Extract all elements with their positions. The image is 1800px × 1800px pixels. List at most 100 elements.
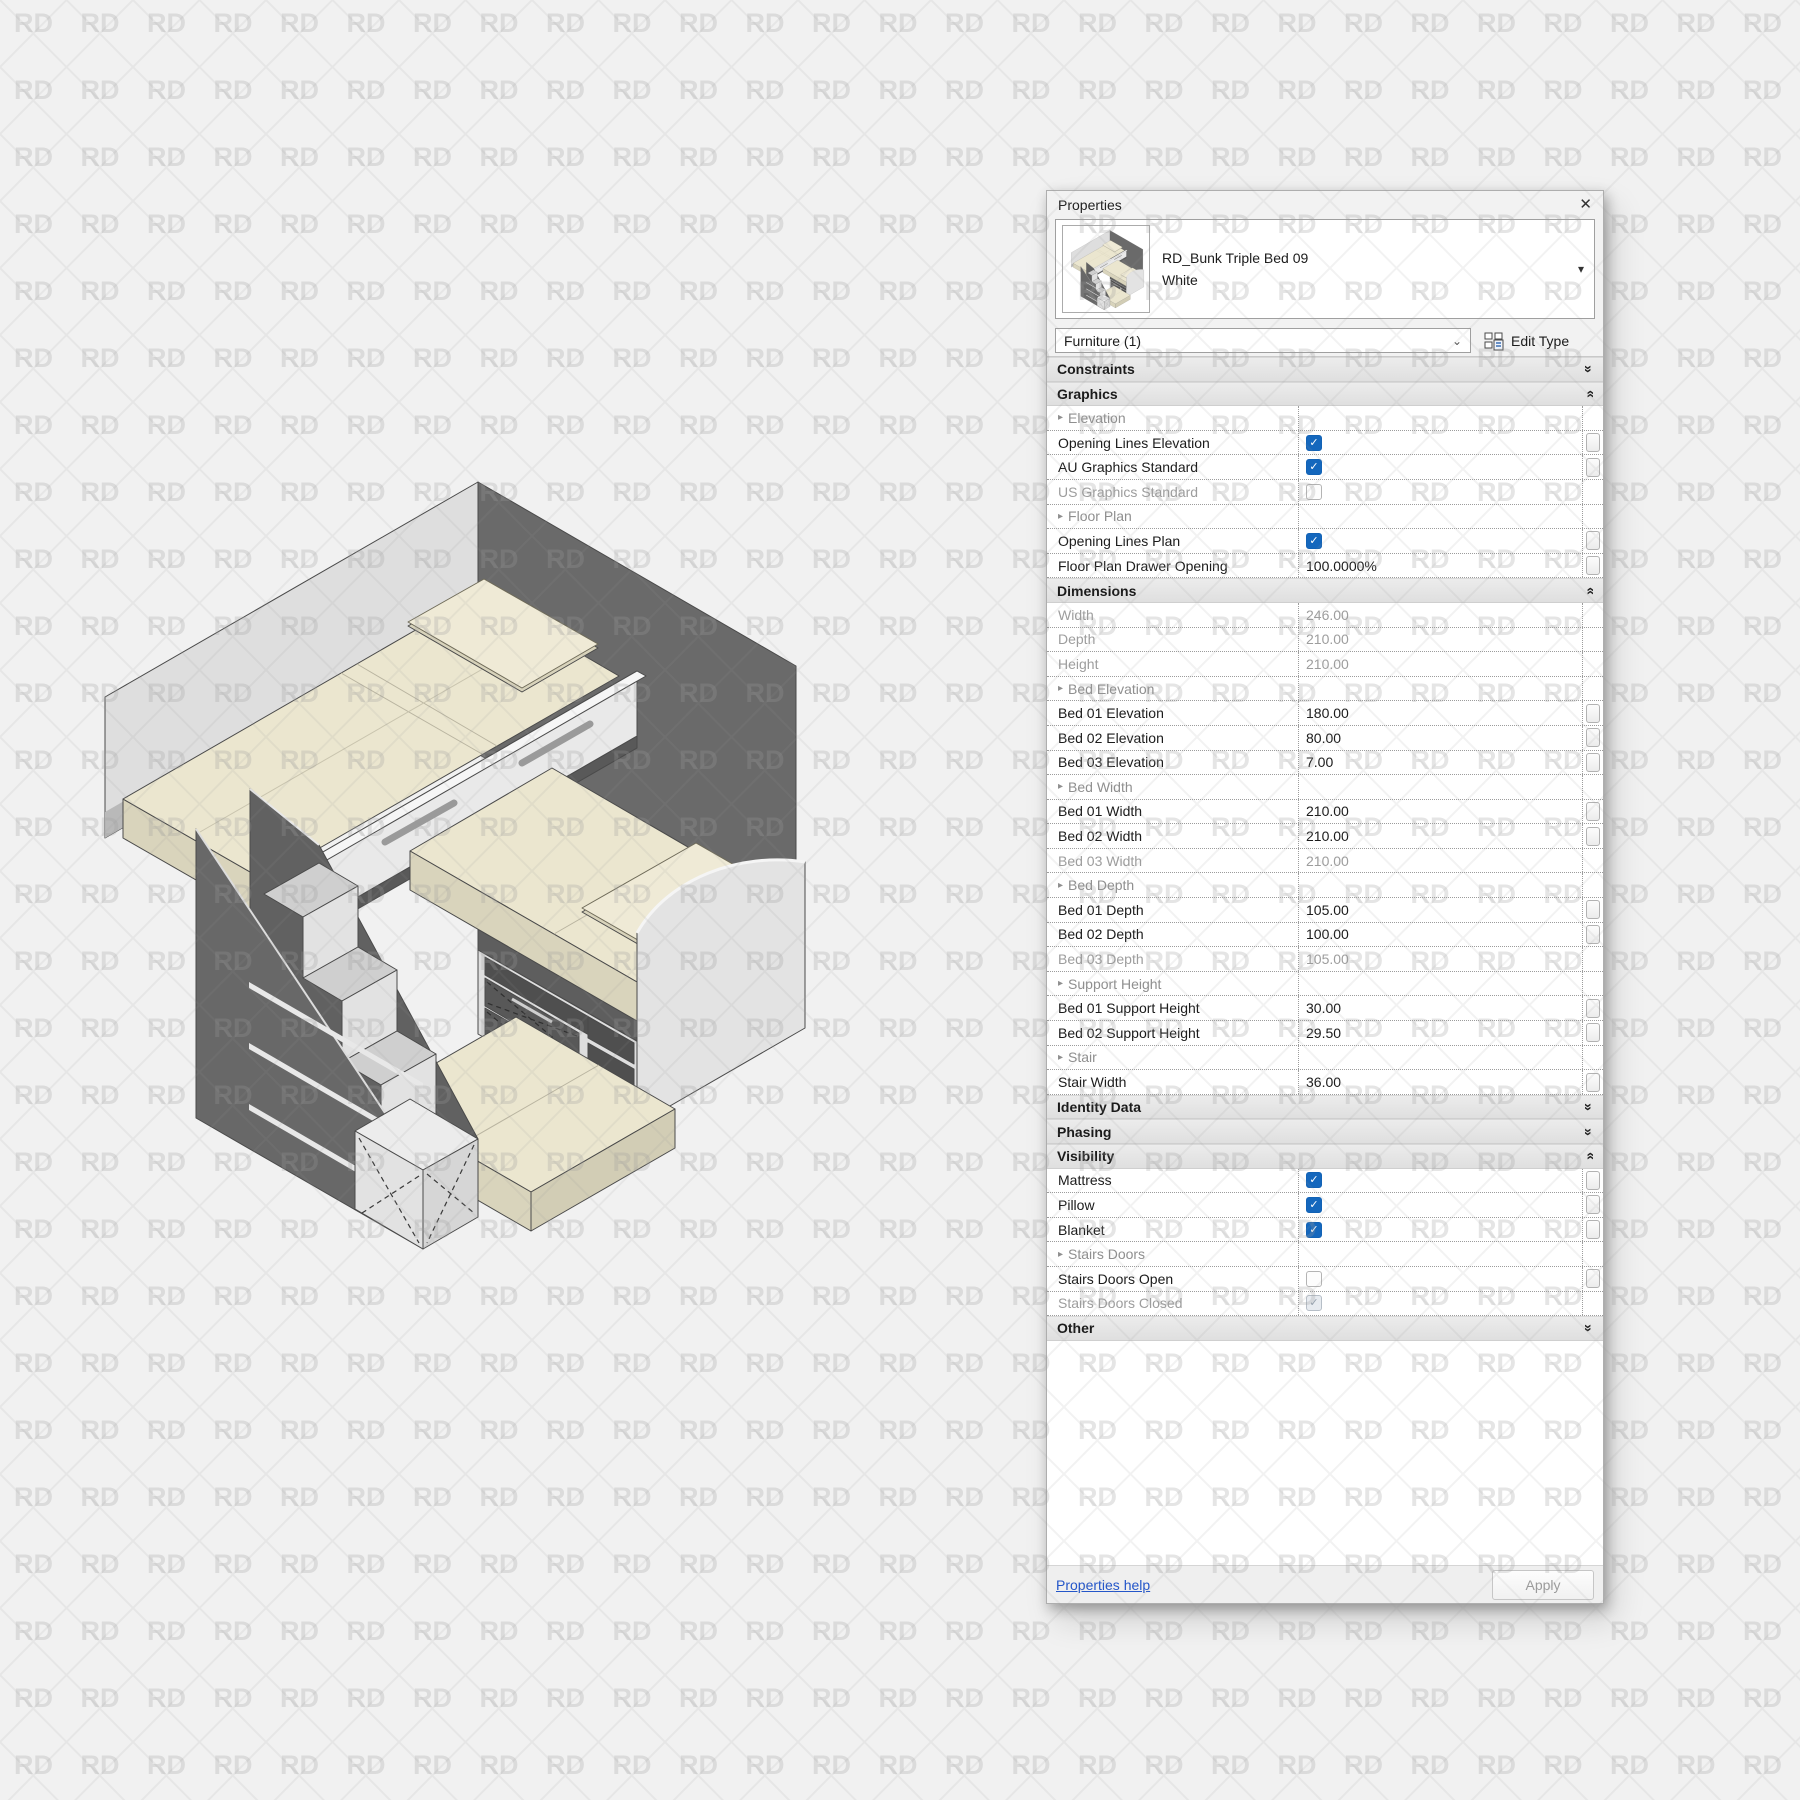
property-row-mattress: Mattress✓ — [1047, 1169, 1603, 1194]
associate-param-button[interactable] — [1586, 433, 1600, 452]
panel-titlebar: Properties ✕ — [1047, 191, 1603, 218]
group-expand-icon[interactable]: ▸ — [1058, 683, 1063, 694]
associate-param-button[interactable] — [1586, 704, 1600, 723]
section-header-dimensions[interactable]: Dimensions» — [1047, 578, 1603, 603]
type-text: RD_Bunk Triple Bed 09 White — [1162, 250, 1578, 288]
associate-param-button[interactable] — [1586, 1073, 1600, 1092]
value-bed-01-support-height[interactable]: 30.00 — [1306, 1000, 1341, 1016]
associate-param-button[interactable] — [1586, 1171, 1600, 1190]
value-width: 246.00 — [1306, 607, 1349, 623]
property-row-stairs-doors: ▸Stairs Doors — [1047, 1242, 1603, 1267]
associate-param-button[interactable] — [1586, 900, 1600, 919]
collapse-chevron-icon[interactable]: » — [1581, 1152, 1597, 1160]
associate-cell — [1583, 824, 1603, 848]
value-bed-02-depth[interactable]: 100.00 — [1306, 926, 1349, 942]
associate-cell — [1583, 701, 1603, 725]
value-bed-02-elevation[interactable]: 80.00 — [1306, 730, 1341, 746]
checkbox-stairs-doors-open[interactable] — [1306, 1271, 1322, 1287]
section-header-identity-data[interactable]: Identity Data» — [1047, 1095, 1603, 1120]
checkbox-opening-lines-elevation[interactable]: ✓ — [1306, 435, 1322, 451]
group-expand-icon[interactable]: ▸ — [1058, 880, 1063, 891]
expand-chevron-icon[interactable]: » — [1581, 1103, 1597, 1111]
section-header-phasing[interactable]: Phasing» — [1047, 1119, 1603, 1144]
associate-param-button[interactable] — [1586, 531, 1600, 550]
associate-param-button[interactable] — [1586, 1220, 1600, 1239]
associate-param-button[interactable] — [1586, 1269, 1600, 1288]
property-row-bed-03-depth: Bed 03 Depth105.00 — [1047, 947, 1603, 972]
close-icon[interactable]: ✕ — [1579, 197, 1592, 212]
value-bed-02-width[interactable]: 210.00 — [1306, 828, 1349, 844]
collapse-chevron-icon[interactable]: » — [1581, 587, 1597, 595]
associate-cell — [1583, 849, 1603, 873]
associate-param-button[interactable] — [1586, 458, 1600, 477]
associate-param-button[interactable] — [1586, 728, 1600, 747]
property-row-bed-03-elevation: Bed 03 Elevation7.00 — [1047, 751, 1603, 776]
checkbox-blanket[interactable]: ✓ — [1306, 1222, 1322, 1238]
group-expand-icon[interactable]: ▸ — [1058, 781, 1063, 792]
label-cell: Opening Lines Plan — [1047, 529, 1299, 553]
associate-cell — [1583, 603, 1603, 627]
associate-param-button[interactable] — [1586, 925, 1600, 944]
property-row-blanket: Blanket✓ — [1047, 1218, 1603, 1243]
value-cell: 246.00 — [1299, 603, 1583, 627]
group-expand-icon[interactable]: ▸ — [1058, 1249, 1063, 1260]
group-expand-icon[interactable]: ▸ — [1058, 511, 1063, 522]
value-cell: 210.00 — [1299, 652, 1583, 676]
associate-param-button[interactable] — [1586, 1195, 1600, 1214]
apply-button[interactable]: Apply — [1492, 1570, 1594, 1600]
value-cell: 30.00 — [1299, 996, 1583, 1020]
collapse-chevron-icon[interactable]: » — [1581, 390, 1597, 398]
value-bed-01-depth[interactable]: 105.00 — [1306, 902, 1349, 918]
type-dropdown-icon[interactable]: ▾ — [1578, 262, 1584, 276]
group-expand-icon[interactable]: ▸ — [1058, 1052, 1063, 1063]
value-cell: 210.00 — [1299, 628, 1583, 652]
expand-chevron-icon[interactable]: » — [1581, 365, 1597, 373]
value-stair-width[interactable]: 36.00 — [1306, 1074, 1341, 1090]
associate-param-button[interactable] — [1586, 556, 1600, 575]
property-row-bed-01-depth: Bed 01 Depth105.00 — [1047, 898, 1603, 923]
property-row-floor-plan: ▸Floor Plan — [1047, 505, 1603, 530]
checkbox-us-graphics-standard — [1306, 484, 1322, 500]
group-expand-icon[interactable]: ▸ — [1058, 978, 1063, 989]
param-label: Depth — [1058, 631, 1095, 647]
property-grid: Constraints»Graphics»▸ElevationOpening L… — [1047, 357, 1603, 1341]
associate-cell — [1583, 1267, 1603, 1291]
group-expand-icon[interactable]: ▸ — [1058, 412, 1063, 423]
value-bed-01-width[interactable]: 210.00 — [1306, 803, 1349, 819]
value-bed-03-elevation[interactable]: 7.00 — [1306, 754, 1333, 770]
section-header-graphics[interactable]: Graphics» — [1047, 382, 1603, 407]
label-cell: Bed 02 Support Height — [1047, 1021, 1299, 1045]
section-header-visibility[interactable]: Visibility» — [1047, 1144, 1603, 1169]
expand-chevron-icon[interactable]: » — [1581, 1325, 1597, 1333]
associate-cell — [1583, 677, 1603, 701]
associate-param-button[interactable] — [1586, 753, 1600, 772]
value-cell — [1299, 406, 1583, 430]
checkbox-au-graphics-standard[interactable]: ✓ — [1306, 459, 1322, 475]
expand-chevron-icon[interactable]: » — [1581, 1128, 1597, 1136]
value-bed-02-support-height[interactable]: 29.50 — [1306, 1025, 1341, 1041]
checkbox-opening-lines-plan[interactable]: ✓ — [1306, 533, 1322, 549]
value-bed-01-elevation[interactable]: 180.00 — [1306, 705, 1349, 721]
associate-param-button[interactable] — [1586, 827, 1600, 846]
properties-help-link[interactable]: Properties help — [1056, 1577, 1150, 1593]
value-floor-plan-drawer-opening[interactable]: 100.0000% — [1306, 558, 1377, 574]
section-header-other[interactable]: Other» — [1047, 1316, 1603, 1341]
property-row-bed-01-support-height: Bed 01 Support Height30.00 — [1047, 996, 1603, 1021]
section-header-constraints[interactable]: Constraints» — [1047, 357, 1603, 382]
associate-param-button[interactable] — [1586, 802, 1600, 821]
property-row-pillow: Pillow✓ — [1047, 1193, 1603, 1218]
associate-cell — [1583, 1046, 1603, 1070]
filter-row: Furniture (1) ⌄ Edit Type — [1055, 327, 1595, 354]
edit-type-button[interactable]: Edit Type — [1483, 330, 1569, 352]
associate-cell — [1583, 652, 1603, 676]
checkbox-pillow[interactable]: ✓ — [1306, 1197, 1322, 1213]
associate-param-button[interactable] — [1586, 999, 1600, 1018]
property-row-us-graphics-standard: US Graphics Standard — [1047, 480, 1603, 505]
param-label: Support Height — [1068, 976, 1161, 992]
associate-param-button[interactable] — [1586, 1023, 1600, 1042]
property-row-stairs-doors-closed: Stairs Doors Closed✓ — [1047, 1292, 1603, 1317]
type-selector[interactable]: RD_Bunk Triple Bed 09 White ▾ — [1055, 219, 1595, 319]
checkbox-mattress[interactable]: ✓ — [1306, 1172, 1322, 1188]
selection-filter-combobox[interactable]: Furniture (1) ⌄ — [1055, 328, 1471, 353]
associate-cell — [1583, 529, 1603, 553]
